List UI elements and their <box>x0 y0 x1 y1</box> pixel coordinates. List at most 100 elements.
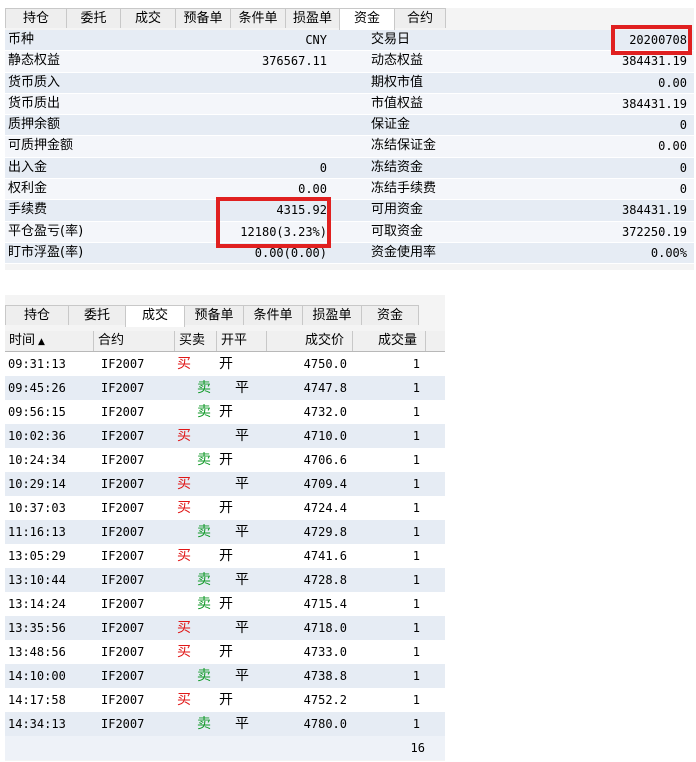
trades-tab[interactable]: 委托 <box>68 305 126 325</box>
col-header-contract[interactable]: 合约 <box>94 331 175 351</box>
trade-time: 14:34:13 <box>8 717 66 731</box>
trade-side: 买 <box>177 428 191 444</box>
fund-spacer <box>327 73 365 93</box>
fund-tab[interactable]: 成交 <box>120 8 176 28</box>
trades-tab[interactable]: 成交 <box>125 305 185 327</box>
fund-value: 384431.19 <box>621 203 687 218</box>
table-row[interactable]: 14:17:58 IF2007 买 开 4752.2 1 <box>5 688 445 712</box>
col-header-time[interactable]: 时间 ▲ <box>5 331 94 351</box>
fund-row: 货币质出 市值权益 384431.19 <box>5 93 694 116</box>
trade-contract: IF2007 <box>101 717 145 731</box>
trade-open-close: 开 <box>219 548 233 564</box>
trade-side: 卖 <box>197 524 211 540</box>
trade-qty: 1 <box>412 453 420 467</box>
fund-label: 可质押金额 <box>8 138 74 154</box>
col-header-open-close[interactable]: 开平 <box>217 331 267 351</box>
table-row[interactable]: 13:35:56 IF2007 买 平 4718.0 1 <box>5 616 445 640</box>
trade-open-close-cell: 开 <box>217 400 267 424</box>
table-row[interactable]: 10:29:14 IF2007 买 平 4709.4 1 <box>5 472 445 496</box>
trade-qty: 1 <box>412 381 420 395</box>
trade-qty: 1 <box>412 549 420 563</box>
table-row[interactable]: 10:37:03 IF2007 买 开 4724.4 1 <box>5 496 445 520</box>
trade-open-close: 平 <box>235 716 249 732</box>
trade-time: 10:02:36 <box>8 429 66 443</box>
fund-spacer <box>327 200 365 220</box>
fund-label: 出入金 <box>8 159 48 175</box>
trade-open-close: 平 <box>235 572 249 588</box>
col-header-side[interactable]: 买卖 <box>175 331 217 351</box>
trade-side-cell: 卖 <box>175 448 217 472</box>
trade-qty: 1 <box>412 693 420 707</box>
trades-tab[interactable]: 资金 <box>361 305 419 325</box>
table-row[interactable]: 13:48:56 IF2007 买 开 4733.0 1 <box>5 640 445 664</box>
trade-contract: IF2007 <box>101 693 145 707</box>
table-row[interactable]: 10:02:36 IF2007 买 平 4710.0 1 <box>5 424 445 448</box>
table-row[interactable]: 09:31:13 IF2007 买 开 4750.0 1 <box>5 352 445 376</box>
fund-value: 384431.19 <box>621 54 687 69</box>
trade-side: 买 <box>177 500 191 516</box>
trade-contract: IF2007 <box>101 405 145 419</box>
trades-tab[interactable]: 持仓 <box>5 305 69 325</box>
table-row[interactable]: 13:10:44 IF2007 卖 平 4728.8 1 <box>5 568 445 592</box>
table-row[interactable]: 13:14:24 IF2007 卖开 4715.4 1 <box>5 592 445 616</box>
trade-side-cell: 卖 <box>175 376 217 400</box>
trades-tab[interactable]: 条件单 <box>243 305 303 325</box>
trade-contract: IF2007 <box>101 525 145 539</box>
fund-tab[interactable]: 预备单 <box>175 8 231 28</box>
trade-open-close-cell: 平 <box>217 472 267 496</box>
table-row[interactable]: 09:45:26 IF2007 卖 平 4747.8 1 <box>5 376 445 400</box>
table-row[interactable]: 13:05:29 IF2007 买 开 4741.6 1 <box>5 544 445 568</box>
trade-price: 4733.0 <box>303 645 347 659</box>
trade-price: 4780.0 <box>303 717 347 731</box>
fund-tab[interactable]: 合约 <box>394 8 446 28</box>
trade-open-close: 平 <box>235 380 249 396</box>
table-row[interactable]: 10:24:34 IF2007 卖开 4706.6 1 <box>5 448 445 472</box>
trade-qty: 1 <box>412 357 420 371</box>
trade-side: 卖 <box>197 572 211 588</box>
fund-row: 出入金 0 冻结资金 0 <box>5 157 694 180</box>
trade-side-cell: 卖 <box>175 712 217 736</box>
trade-side: 卖 <box>197 668 211 684</box>
trade-contract: IF2007 <box>101 645 145 659</box>
trade-qty: 1 <box>412 477 420 491</box>
trades-tab[interactable]: 预备单 <box>184 305 244 325</box>
fund-spacer <box>327 222 365 242</box>
fund-label: 动态权益 <box>371 53 424 69</box>
trade-qty: 1 <box>412 429 420 443</box>
fund-row: 手续费 4315.92 可用资金 384431.19 <box>5 200 694 222</box>
fund-tab[interactable]: 委托 <box>66 8 121 28</box>
trade-price: 4728.8 <box>303 573 347 587</box>
trades-table-header: 时间 ▲ 合约 买卖 开平 成交价 成交量 <box>5 331 445 352</box>
trade-side-cell: 卖 <box>175 520 217 544</box>
fund-value: 20200708 <box>629 33 687 47</box>
fund-label: 冻结保证金 <box>371 138 437 154</box>
trade-side: 卖 <box>197 404 211 420</box>
fund-tab[interactable]: 资金 <box>339 8 395 30</box>
fund-tab[interactable]: 条件单 <box>230 8 286 28</box>
trade-price: 4710.0 <box>303 429 347 443</box>
col-header-qty[interactable]: 成交量 <box>353 331 426 351</box>
fund-panel: 持仓 委托 成交 预备单 条件单 损盈单 资金 合约 币种 CNY 交易日 20200708 静态权益… <box>5 8 694 270</box>
col-header-price[interactable]: 成交价 <box>267 331 353 351</box>
trade-side: 卖 <box>197 716 211 732</box>
trade-price: 4729.8 <box>303 525 347 539</box>
table-row[interactable]: 14:34:13 IF2007 卖 平 4780.0 1 <box>5 712 445 736</box>
fund-value: 0.00(0.00) <box>254 245 327 260</box>
trade-price: 4747.8 <box>303 381 347 395</box>
table-row[interactable]: 14:10:00 IF2007 卖 平 4738.8 1 <box>5 664 445 688</box>
fund-row: 权利金 0.00 冻结手续费 0 <box>5 179 694 201</box>
trade-contract: IF2007 <box>101 501 145 515</box>
fund-tab[interactable]: 损盈单 <box>285 8 340 28</box>
trade-contract: IF2007 <box>101 573 145 587</box>
table-row[interactable]: 11:16:13 IF2007 卖 平 4729.8 1 <box>5 520 445 544</box>
trade-side: 买 <box>177 548 191 564</box>
fund-row: 静态权益 376567.11 动态权益 384431.19 <box>5 51 694 73</box>
trade-time: 13:05:29 <box>8 549 66 563</box>
trade-qty: 1 <box>412 525 420 539</box>
fund-label: 冻结资金 <box>371 159 424 175</box>
trades-tab[interactable]: 损盈单 <box>302 305 362 325</box>
fund-value: 12180(3.23%) <box>240 224 327 239</box>
trade-price: 4715.4 <box>303 597 347 611</box>
fund-tab[interactable]: 持仓 <box>5 8 67 28</box>
table-row[interactable]: 09:56:15 IF2007 卖开 4732.0 1 <box>5 400 445 424</box>
